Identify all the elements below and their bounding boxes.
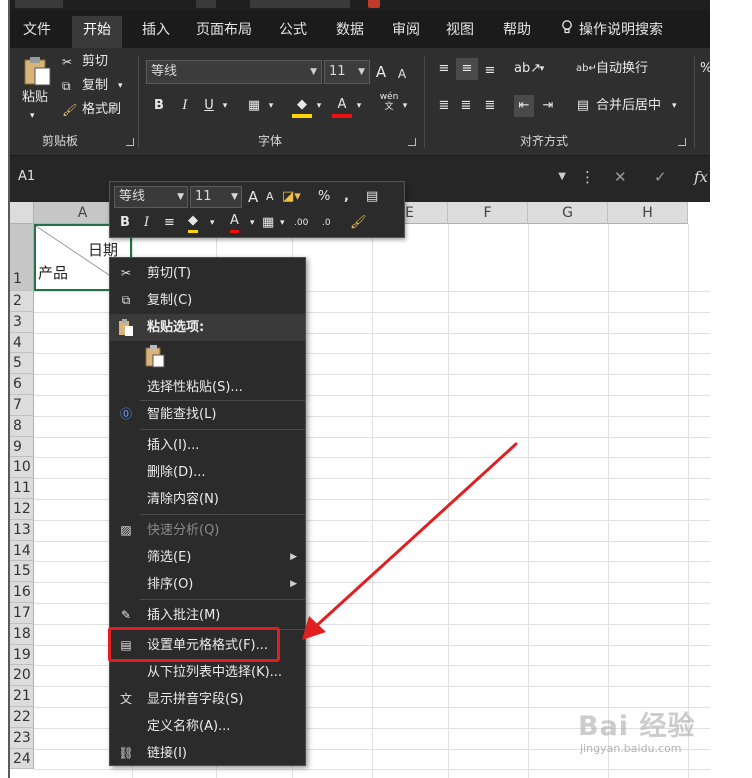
watermark-main: Bai 经验: [578, 711, 696, 742]
annotation-arrow: [302, 442, 518, 640]
screenshot-stage: 文件 开始 插入 页面布局 公式 数据 审阅 视图 帮助 操作说明搜索 粘贴 ▾…: [0, 0, 752, 778]
watermark-sub: jingyan.baidu.com: [580, 742, 682, 755]
watermark: Bai 经验 jingyan.baidu.com: [578, 700, 718, 770]
